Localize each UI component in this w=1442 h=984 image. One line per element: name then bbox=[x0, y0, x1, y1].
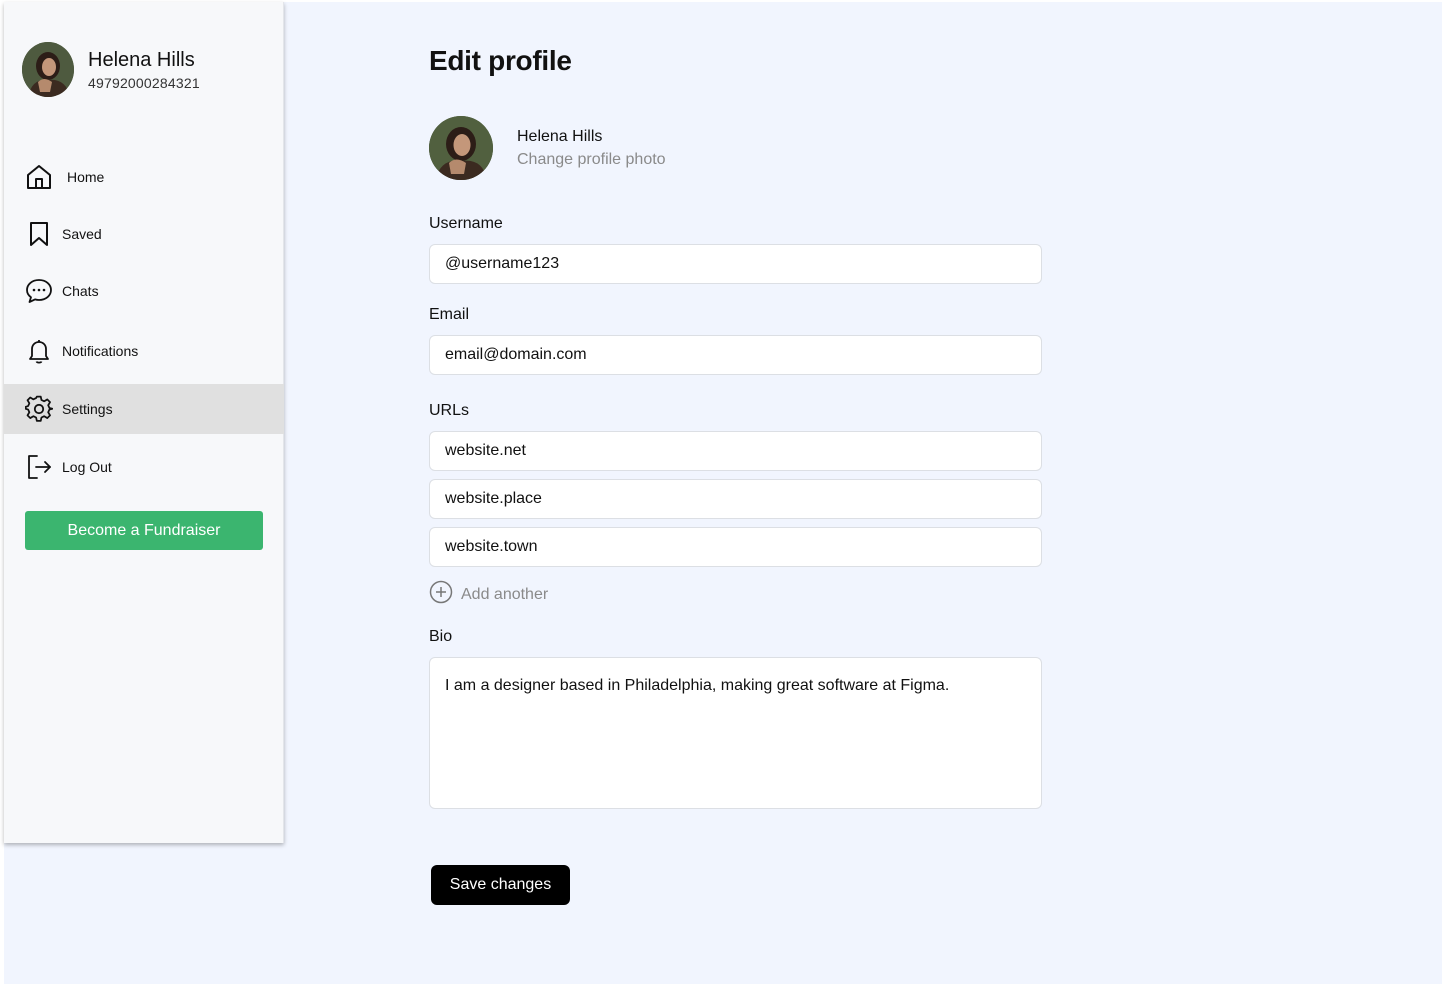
url-field[interactable]: website.place bbox=[429, 479, 1042, 519]
sidebar: Helena Hills 49792000284321 Home Saved C… bbox=[4, 2, 284, 843]
username-label: Username bbox=[429, 215, 503, 232]
user-id: 49792000284321 bbox=[88, 75, 200, 91]
sidebar-item-logout[interactable]: Log Out bbox=[4, 442, 284, 492]
sidebar-item-settings[interactable]: Settings bbox=[4, 384, 284, 434]
page-title: Edit profile bbox=[429, 45, 572, 76]
url-field[interactable]: website.net bbox=[429, 431, 1042, 471]
username-field[interactable]: @username123 bbox=[429, 244, 1042, 284]
email-label: Email bbox=[429, 306, 470, 323]
sidebar-item-saved[interactable]: Saved bbox=[4, 209, 284, 259]
bio-textarea[interactable]: I am a designer based in Philadelphia, m… bbox=[429, 657, 1042, 809]
user-name: Helena Hills bbox=[88, 49, 195, 71]
bell-icon bbox=[25, 337, 53, 365]
photo-user-name: Helena Hills bbox=[517, 128, 603, 145]
add-another-label: Add another bbox=[461, 585, 549, 603]
change-profile-photo-link[interactable]: Change profile photo bbox=[517, 151, 666, 169]
gear-icon bbox=[25, 395, 53, 423]
add-another-url-button[interactable]: Add another bbox=[429, 580, 548, 609]
url-field[interactable]: website.town bbox=[429, 527, 1042, 567]
chat-icon bbox=[25, 277, 53, 305]
avatar[interactable] bbox=[22, 42, 74, 97]
plus-circle-icon bbox=[429, 580, 453, 609]
become-fundraiser-button[interactable]: Become a Fundraiser bbox=[25, 511, 263, 550]
sidebar-item-label: Saved bbox=[62, 226, 102, 242]
sidebar-item-label: Chats bbox=[62, 283, 99, 299]
sidebar-item-home[interactable]: Home bbox=[4, 152, 284, 202]
bio-label: Bio bbox=[429, 628, 453, 645]
urls-label: URLs bbox=[429, 402, 470, 419]
sidebar-item-notifications[interactable]: Notifications bbox=[4, 326, 284, 376]
home-icon bbox=[25, 163, 53, 191]
sidebar-item-chats[interactable]: Chats bbox=[4, 266, 284, 316]
save-changes-button[interactable]: Save changes bbox=[431, 865, 570, 905]
sidebar-item-label: Home bbox=[67, 169, 105, 185]
logout-icon bbox=[25, 453, 53, 481]
sidebar-profile: Helena Hills 49792000284321 bbox=[22, 42, 200, 97]
profile-photo-row: Helena Hills Change profile photo bbox=[429, 116, 666, 180]
bookmark-icon bbox=[25, 220, 53, 248]
sidebar-item-label: Settings bbox=[62, 401, 113, 417]
sidebar-item-label: Log Out bbox=[62, 459, 112, 475]
email-field[interactable]: email@domain.com bbox=[429, 335, 1042, 375]
profile-photo[interactable] bbox=[429, 116, 493, 180]
sidebar-item-label: Notifications bbox=[62, 343, 139, 359]
